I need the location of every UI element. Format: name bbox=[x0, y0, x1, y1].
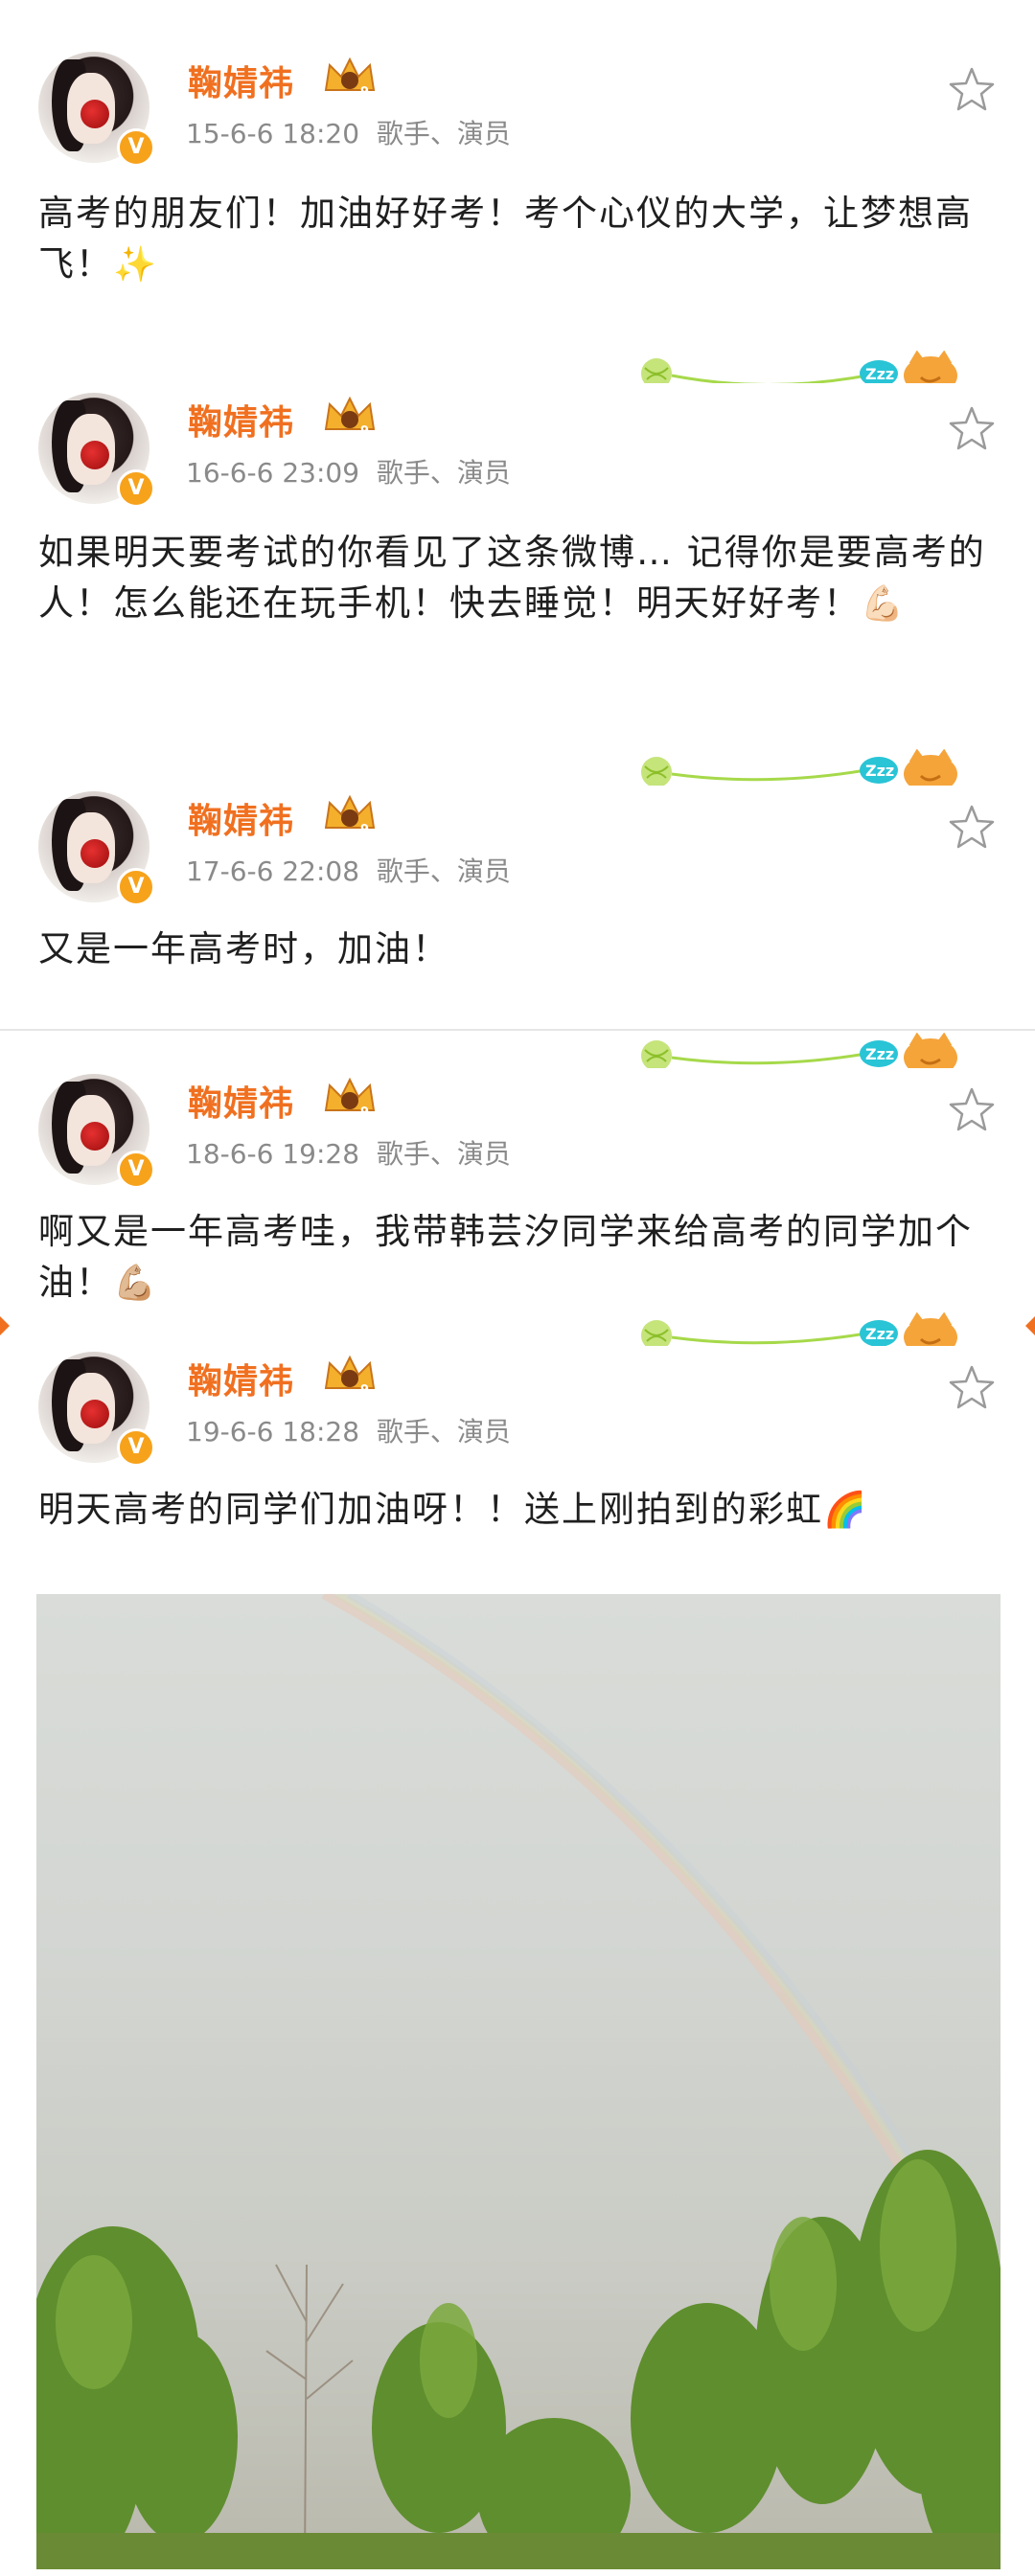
verified-badge-icon: V bbox=[117, 128, 155, 167]
verified-badge-icon: V bbox=[117, 469, 155, 508]
username[interactable]: 鞠婧祎 bbox=[188, 395, 294, 445]
post-meta: 16-6-6 23:09 歌手、演员 bbox=[186, 452, 511, 490]
post-content: 如果明天要考试的你看见了这条微博… 记得你是要高考的人！怎么能还在玩手机！快去睡… bbox=[38, 527, 1006, 629]
avatar[interactable]: V bbox=[38, 1074, 155, 1189]
post-divider bbox=[0, 1029, 1035, 1031]
post-meta: 15-6-6 18:20 歌手、演员 bbox=[186, 113, 511, 151]
rainbow-emoji: 🌈 bbox=[823, 1491, 868, 1530]
username[interactable]: 鞠婧祎 bbox=[188, 1076, 294, 1126]
star-favorite-icon[interactable] bbox=[947, 404, 997, 454]
username[interactable]: 鞠婧祎 bbox=[188, 56, 294, 105]
flexed-biceps-emoji: 💪🏻 bbox=[861, 584, 906, 624]
svg-text:9: 9 bbox=[360, 1383, 369, 1396]
post-text: 如果明天要考试的你看见了这条微博… 记得你是要高考的人！怎么能还在玩手机！快去睡… bbox=[38, 532, 986, 624]
post-text: 啊又是一年高考哇，我带韩芸汐同学来给高考的同学加个油！ bbox=[38, 1211, 973, 1303]
post-content: 又是一年高考时，加油！ bbox=[38, 923, 1006, 974]
post-text: 明天高考的同学们加油呀！！送上刚拍到的彩虹 bbox=[38, 1489, 823, 1530]
sparkles-emoji: ✨ bbox=[113, 245, 158, 285]
post-meta: 19-6-6 18:28 歌手、演员 bbox=[186, 1411, 511, 1449]
svg-text:Zzz: Zzz bbox=[865, 1325, 894, 1343]
post-time: 16-6-6 23:09 bbox=[186, 457, 360, 489]
user-tags: 歌手、演员 bbox=[376, 118, 511, 149]
weibo-post-5[interactable]: V 鞠婧祎 9 19-6-6 18:28 歌手、演员 明天高考的同学们加油呀！！… bbox=[0, 1346, 1035, 1595]
crown-level-icon: 9 bbox=[324, 1077, 376, 1118]
user-tags: 歌手、演员 bbox=[376, 855, 511, 887]
svg-text:9: 9 bbox=[360, 1106, 369, 1118]
post-text: 高考的朋友们！加油好好考！考个心仪的大学，让梦想高飞！ bbox=[38, 193, 973, 285]
post-time: 18-6-6 19:28 bbox=[186, 1138, 360, 1170]
star-favorite-icon[interactable] bbox=[947, 1363, 997, 1413]
edge-marker bbox=[1025, 1316, 1035, 1335]
username[interactable]: 鞠婧祎 bbox=[188, 1354, 294, 1403]
weibo-post-1[interactable]: V 鞠婧祎 9 15-6-6 18:20 歌手、演员 高考的朋友们！加油好好考！… bbox=[0, 0, 1035, 326]
svg-text:Zzz: Zzz bbox=[865, 365, 894, 383]
username[interactable]: 鞠婧祎 bbox=[188, 793, 294, 843]
user-tags: 歌手、演员 bbox=[376, 1416, 511, 1448]
verified-badge-icon: V bbox=[117, 868, 155, 906]
verified-badge-icon: V bbox=[117, 1151, 155, 1189]
weibo-post-4[interactable]: V 鞠婧祎 9 18-6-6 19:28 歌手、演员 啊又是一年高考哇，我带韩芸… bbox=[0, 1068, 1035, 1319]
verified-badge-icon: V bbox=[117, 1428, 155, 1467]
post-meta: 17-6-6 22:08 歌手、演员 bbox=[186, 851, 511, 889]
weibo-post-3[interactable]: V 鞠婧祎 9 17-6-6 22:08 歌手、演员 又是一年高考时，加油！ bbox=[0, 786, 1035, 1025]
post-text: 又是一年高考时，加油！ bbox=[38, 928, 449, 969]
crown-level-icon: 9 bbox=[324, 1355, 376, 1396]
star-favorite-icon[interactable] bbox=[947, 1085, 997, 1135]
star-favorite-icon[interactable] bbox=[947, 803, 997, 853]
avatar[interactable]: V bbox=[38, 52, 155, 167]
edge-marker bbox=[0, 1316, 10, 1335]
post-time: 19-6-6 18:28 bbox=[186, 1416, 360, 1448]
rainbow-photo[interactable] bbox=[36, 1594, 1000, 2569]
crown-level-icon: 9 bbox=[324, 396, 376, 437]
svg-text:9: 9 bbox=[360, 823, 369, 835]
user-tags: 歌手、演员 bbox=[376, 457, 511, 489]
post-meta: 18-6-6 19:28 歌手、演员 bbox=[186, 1133, 511, 1172]
svg-text:Zzz: Zzz bbox=[865, 1045, 894, 1063]
avatar[interactable]: V bbox=[38, 791, 155, 906]
crown-level-icon: 9 bbox=[324, 57, 376, 98]
star-favorite-icon[interactable] bbox=[947, 65, 997, 115]
avatar[interactable]: V bbox=[38, 1352, 155, 1467]
post-content: 明天高考的同学们加油呀！！送上刚拍到的彩虹🌈 bbox=[38, 1484, 1006, 1536]
post-content: 高考的朋友们！加油好好考！考个心仪的大学，让梦想高飞！✨ bbox=[38, 188, 1006, 290]
svg-text:9: 9 bbox=[360, 424, 369, 437]
svg-text:9: 9 bbox=[360, 85, 369, 98]
svg-text:Zzz: Zzz bbox=[865, 762, 894, 780]
post-time: 17-6-6 22:08 bbox=[186, 855, 360, 887]
user-tags: 歌手、演员 bbox=[376, 1138, 511, 1170]
crown-level-icon: 9 bbox=[324, 794, 376, 835]
flexed-biceps-emoji: 💪🏼 bbox=[113, 1264, 158, 1303]
post-content: 啊又是一年高考哇，我带韩芸汐同学来给高考的同学加个油！💪🏼 bbox=[38, 1206, 1006, 1309]
avatar[interactable]: V bbox=[38, 393, 155, 508]
rainbow-photo-image bbox=[36, 1594, 1000, 2569]
post-time: 15-6-6 18:20 bbox=[186, 118, 360, 149]
weibo-post-2[interactable]: V 鞠婧祎 9 16-6-6 23:09 歌手、演员 如果明天要考试的你看见了这… bbox=[0, 383, 1035, 738]
